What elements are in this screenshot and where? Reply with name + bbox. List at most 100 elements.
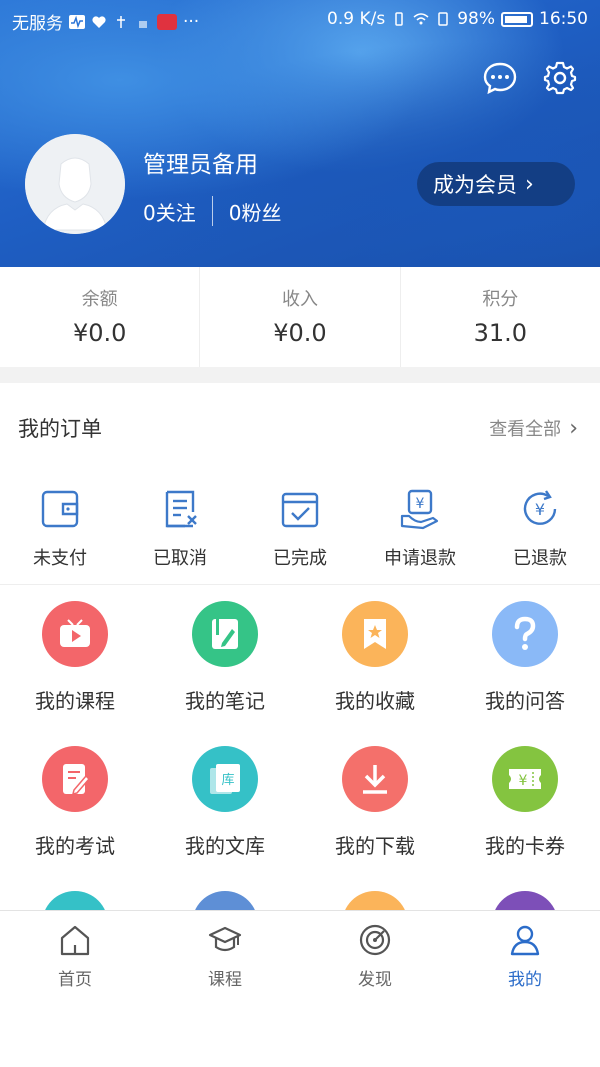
battery-icon <box>501 11 533 27</box>
recording-icon <box>157 13 177 30</box>
grid-label: 我的考试 <box>35 834 115 858</box>
activity-icon <box>69 14 85 29</box>
chevron-right-icon: › <box>569 415 578 441</box>
stat-label: 余额 <box>81 289 118 310</box>
grid-item-partial-2[interactable] <box>150 875 300 915</box>
username: 管理员备用 <box>143 152 258 178</box>
view-all-label: 查看全部 <box>489 419 562 440</box>
order-label: 未支付 <box>33 548 87 569</box>
account-stats: 余额 ¥0.0 收入 ¥0.0 积分 31.0 <box>0 267 600 367</box>
profile-icon <box>510 925 540 956</box>
orders-header: 我的订单 查看全部 › <box>0 383 600 469</box>
battery-percentage: 98% <box>457 9 495 29</box>
fans-count[interactable]: 0粉丝 <box>229 197 282 226</box>
stat-balance[interactable]: 余额 ¥0.0 <box>0 267 201 367</box>
network-speed: 0.9 K/s <box>327 9 386 29</box>
stat-points[interactable]: 积分 31.0 <box>401 267 600 367</box>
nav-label: 我的 <box>508 970 542 990</box>
order-label: 已退款 <box>513 548 567 569</box>
grid-item-my-library[interactable]: 库 我的文库 <box>150 730 300 875</box>
nav-label: 首页 <box>58 970 92 990</box>
grid-item-partial-4[interactable] <box>450 875 600 915</box>
nav-label: 发现 <box>358 970 392 990</box>
view-all-orders-link[interactable]: 查看全部 › <box>489 415 578 441</box>
nav-tab-courses[interactable]: 课程 <box>150 911 300 1000</box>
carrier-text: 无服务 <box>12 14 63 34</box>
order-unpaid[interactable]: 未支付 <box>0 470 120 584</box>
grid-item-my-favorites[interactable]: 我的收藏 <box>300 585 450 730</box>
follow-divider <box>211 196 213 226</box>
svg-text:¥: ¥ <box>535 500 545 519</box>
nav-tab-discover[interactable]: 发现 <box>300 911 450 1000</box>
grid-label: 我的笔记 <box>185 689 265 713</box>
lock-icon <box>139 20 147 28</box>
note-icon <box>192 601 258 667</box>
refunded-icon: ¥ <box>523 490 557 525</box>
more-indicator: ··· <box>183 11 200 32</box>
avatar[interactable] <box>25 134 125 234</box>
grid-label: 我的收藏 <box>335 689 415 713</box>
bottom-navigation: 首页 课程 发现 我的 <box>0 910 600 1000</box>
order-status-row: 未支付 已取消 已完成 ¥ 申请退款 ¥ 已退款 <box>0 470 600 585</box>
library-icon: 库 <box>192 746 258 812</box>
message-icon[interactable] <box>482 60 518 96</box>
nav-label: 课程 <box>208 970 242 990</box>
feature-grid: 我的课程 我的笔记 我的收藏 我的问答 我的考试 库 我的文库 我的下载 ¥ 我… <box>0 585 600 915</box>
wallet-icon <box>41 490 79 528</box>
chevron-right-icon: › <box>525 171 534 197</box>
svg-text:¥: ¥ <box>416 496 425 512</box>
order-label: 申请退款 <box>384 548 456 569</box>
follow-count[interactable]: 0关注 <box>143 197 196 226</box>
profile-header: 无服务 ··· 0.9 K/s 98% 16:50 管理员备用 0关注 0粉丝 … <box>0 0 600 267</box>
grid-item-partial-3[interactable] <box>300 875 450 915</box>
order-cancelled[interactable]: 已取消 <box>120 470 240 584</box>
grid-item-my-coupons[interactable]: ¥ 我的卡券 <box>450 730 600 875</box>
discover-radar-icon <box>359 924 391 956</box>
exam-icon <box>42 746 108 812</box>
become-vip-button[interactable]: 成为会员 › <box>417 162 575 206</box>
grid-item-my-qa[interactable]: 我的问答 <box>450 585 600 730</box>
orders-title: 我的订单 <box>18 417 102 441</box>
order-refund-request[interactable]: ¥ 申请退款 <box>360 470 480 584</box>
cancelled-doc-icon <box>165 490 197 528</box>
home-icon <box>60 925 90 956</box>
status-bar: 无服务 ··· 0.9 K/s 98% 16:50 <box>0 0 600 40</box>
battery-alert-icon <box>438 12 448 26</box>
grid-item-partial-1[interactable] <box>0 875 150 915</box>
grid-label: 我的课程 <box>35 689 115 713</box>
heart-rate-icon <box>92 15 106 28</box>
grid-item-my-exams[interactable]: 我的考试 <box>0 730 150 875</box>
bottom-safe-area <box>0 1000 600 1067</box>
nav-tab-mine[interactable]: 我的 <box>450 911 600 1000</box>
stat-income[interactable]: 收入 ¥0.0 <box>200 267 401 367</box>
vip-button-label: 成为会员 <box>433 173 517 197</box>
completed-calendar-icon <box>281 492 319 528</box>
wifi-icon <box>413 13 429 25</box>
coupon-glyph: ¥ <box>519 773 528 789</box>
order-label: 已取消 <box>153 548 207 569</box>
grid-item-my-courses[interactable]: 我的课程 <box>0 585 150 730</box>
order-refunded[interactable]: ¥ 已退款 <box>480 470 600 584</box>
clock: 16:50 <box>539 9 588 29</box>
order-completed[interactable]: 已完成 <box>240 470 360 584</box>
grid-label: 我的卡券 <box>485 834 565 858</box>
settings-gear-icon[interactable] <box>542 60 578 96</box>
stat-value: 31.0 <box>473 319 528 347</box>
avatar-silhouette-icon <box>25 134 125 234</box>
library-glyph: 库 <box>221 772 234 788</box>
stat-label: 积分 <box>482 289 519 310</box>
grid-label: 我的问答 <box>485 689 565 713</box>
vibrate-icon <box>395 12 403 26</box>
grid-item-my-notes[interactable]: 我的笔记 <box>150 585 300 730</box>
stat-label: 收入 <box>281 289 318 310</box>
graduation-cap-icon <box>208 926 242 952</box>
grid-item-my-downloads[interactable]: 我的下载 <box>300 730 450 875</box>
nav-tab-home[interactable]: 首页 <box>0 911 150 1000</box>
bookmark-star-icon <box>342 601 408 667</box>
stat-value: ¥0.0 <box>273 319 327 347</box>
video-icon <box>42 601 108 667</box>
coupon-icon: ¥ <box>492 746 558 812</box>
refund-request-icon: ¥ <box>400 489 439 530</box>
download-icon <box>342 746 408 812</box>
grid-label: 我的下载 <box>335 834 415 858</box>
